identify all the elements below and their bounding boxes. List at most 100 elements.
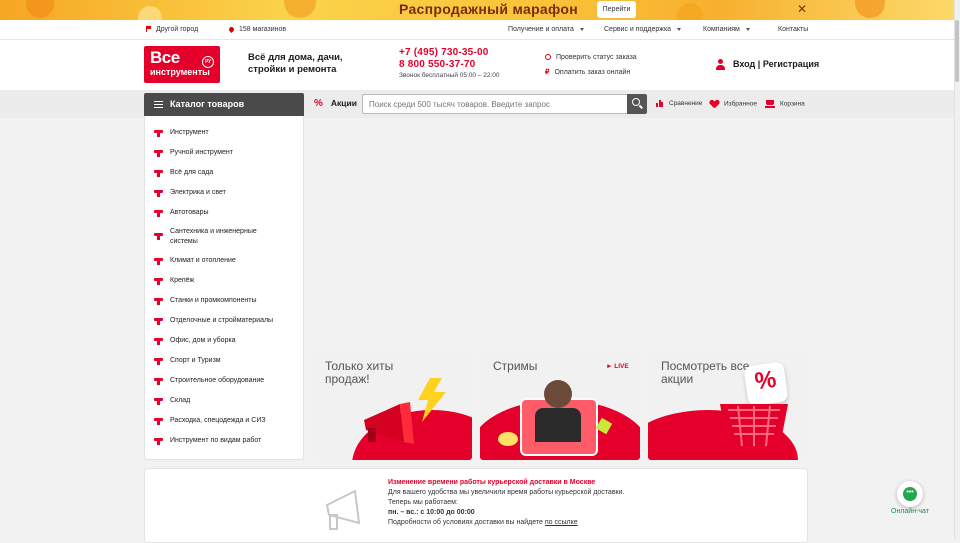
catalog-item-fasteners[interactable]: Крепёж: [145, 276, 303, 286]
catalog-item-label: Сантехника и инженерные системы: [170, 228, 257, 245]
search-input[interactable]: [362, 94, 628, 114]
catalog-item-sport[interactable]: Спорт и Туризм: [145, 356, 303, 366]
phone-moscow[interactable]: +7 (495) 730-35-00: [399, 47, 489, 58]
top-utility-bar: Другой город 158 магазинов Получение и о…: [0, 20, 954, 40]
register-link[interactable]: Регистрация: [763, 59, 819, 69]
menu-label: Компаниям: [703, 26, 740, 33]
catalog-item-label: Инструмент: [170, 129, 209, 136]
menu-service-support[interactable]: Сервис и поддержка: [604, 26, 682, 33]
notice-title: Изменение времени работы курьерской дост…: [388, 479, 596, 486]
catalog-item-label: Инструмент по видам работ: [170, 437, 262, 444]
contacts-link[interactable]: Контакты: [778, 26, 808, 33]
machine-icon: [154, 297, 163, 305]
ruble-icon: ₽: [545, 69, 550, 76]
disc-icon: [154, 417, 163, 425]
tile-streams[interactable]: Стримы ► LIVE: [480, 350, 640, 460]
catalog-button[interactable]: Каталог товаров: [144, 93, 304, 116]
catalog-item-by-work-type[interactable]: Инструмент по видам работ: [145, 436, 303, 446]
compare-link[interactable]: Сравнение: [656, 100, 702, 107]
catalog-item-label: Автотовары: [170, 209, 209, 216]
catalog-item-label: Спорт и Туризм: [170, 357, 221, 364]
catalog-item-office[interactable]: Офис, дом и уборка: [145, 336, 303, 346]
coin-icon: [498, 432, 518, 446]
menu-label: Получение и оплата: [508, 26, 574, 33]
streamer-body: [535, 408, 581, 442]
login-link[interactable]: Вход: [733, 59, 755, 69]
wrench-icon: [154, 149, 163, 157]
menu-icon: [154, 101, 163, 108]
favorites-link[interactable]: Избранное: [710, 100, 757, 108]
lawnmower-icon: [154, 169, 163, 177]
map-pin-icon: [227, 25, 236, 33]
promos-label: Акции: [330, 98, 357, 108]
menu-companies[interactable]: Компаниям: [703, 26, 750, 33]
catalog-item-hand-tools[interactable]: Ручной инструмент: [145, 148, 303, 158]
catalog-item-tools[interactable]: Инструмент: [145, 128, 303, 138]
online-chat-button[interactable]: •••: [897, 481, 923, 507]
slogan: Всё для дома, дачи, стройки и ремонта: [248, 52, 343, 75]
auth-links: Вход | Регистрация: [716, 59, 819, 71]
close-icon[interactable]: ✕: [796, 3, 808, 15]
tent-icon: [154, 357, 163, 365]
catalog-label: Каталог товаров: [170, 99, 245, 109]
catalog-item-label: Электрика и свет: [170, 189, 226, 196]
live-badge: ► LIVE: [606, 363, 629, 370]
menu-delivery-payment[interactable]: Получение и оплата: [508, 26, 584, 33]
broom-icon: [154, 337, 163, 345]
notice-line-4: Подробности об условиях доставки вы найд…: [388, 519, 578, 526]
catalog-item-construction[interactable]: Строительное оборудование: [145, 376, 303, 386]
promo-title: Распродажный марафон: [399, 1, 578, 17]
site-logo[interactable]: Все инструменты ру: [144, 46, 220, 83]
drill-icon: [154, 129, 163, 137]
notice-line-4-text: Подробности об условиях доставки вы найд…: [388, 519, 543, 526]
compare-label: Сравнение: [669, 100, 703, 108]
pipe-icon: [154, 232, 163, 240]
cart-icon: [765, 100, 775, 108]
promo-banner[interactable]: Распродажный марафон Перейти ✕: [0, 0, 954, 20]
search-button[interactable]: [627, 94, 647, 114]
scrollbar-thumb[interactable]: [955, 20, 959, 82]
catalog-item-label: Строительное оборудование: [170, 377, 265, 384]
search-icon: [632, 98, 640, 106]
cart-icon: [154, 377, 163, 385]
shopping-basket-icon: [720, 404, 788, 447]
percent-badge-glyph: %: [753, 365, 778, 396]
pay-online-link[interactable]: ₽ Оплатить заказ онлайн: [545, 68, 630, 76]
stores-link[interactable]: 158 магазинов: [227, 25, 287, 33]
catalog-item-plumbing[interactable]: Сантехника и инженерные системы: [145, 227, 265, 247]
promos-link[interactable]: % Акции: [314, 98, 357, 109]
check-order-status-link[interactable]: Проверить статус заказа: [545, 54, 637, 61]
cart-link[interactable]: Корзина: [765, 100, 805, 108]
clock-icon: [545, 54, 551, 61]
call-hours-note: Звонок бесплатный 05:00 – 22:00: [399, 72, 500, 79]
catalog-item-label: Ручной инструмент: [170, 149, 233, 156]
promo-go-button[interactable]: Перейти: [597, 1, 636, 18]
catalog-item-climate[interactable]: Климат и отопление: [145, 256, 303, 266]
lightning-icon: [418, 378, 446, 422]
catalog-item-warehouse[interactable]: Склад: [145, 396, 303, 406]
lightbulb-icon: [154, 189, 163, 197]
catalog-item-finishing[interactable]: Отделочные и стройматериалы: [145, 316, 303, 326]
catalog-item-label: Расходка, спецодежда и СИЗ: [170, 417, 266, 424]
heart-icon: [710, 100, 719, 108]
car-jack-icon: [154, 209, 163, 217]
catalog-item-garden[interactable]: Всё для сада: [145, 168, 303, 178]
notice-line-1: Для вашего удобства мы увеличили время р…: [388, 489, 625, 496]
tile-all-promos[interactable]: Посмотреть все акции %: [648, 350, 808, 460]
check-status-label: Проверить статус заказа: [556, 54, 637, 61]
phone-free[interactable]: 8 800 550-37-70: [399, 59, 475, 70]
catalog-item-machines[interactable]: Станки и промкомпоненты: [145, 296, 303, 306]
toolbox-icon: [154, 437, 163, 445]
online-chat-label[interactable]: Онлайн-чат: [891, 508, 929, 515]
catalog-item-electrics[interactable]: Электрика и свет: [145, 188, 303, 198]
city-selector[interactable]: Другой город: [146, 26, 198, 33]
notice-details-link[interactable]: по ссылке: [545, 519, 578, 526]
screw-icon: [154, 277, 163, 285]
catalog-item-consumables[interactable]: Расходка, спецодежда и СИЗ: [145, 416, 303, 426]
tile-title: Только хиты продаж!: [325, 359, 394, 386]
site-header: Все инструменты ру Всё для дома, дачи, с…: [0, 40, 954, 90]
tile-bestsellers[interactable]: Только хиты продаж!: [312, 350, 472, 460]
catalog-item-auto[interactable]: Автотовары: [145, 208, 303, 218]
auth-separator: |: [757, 59, 761, 69]
stores-label: 158 магазинов: [239, 26, 287, 33]
